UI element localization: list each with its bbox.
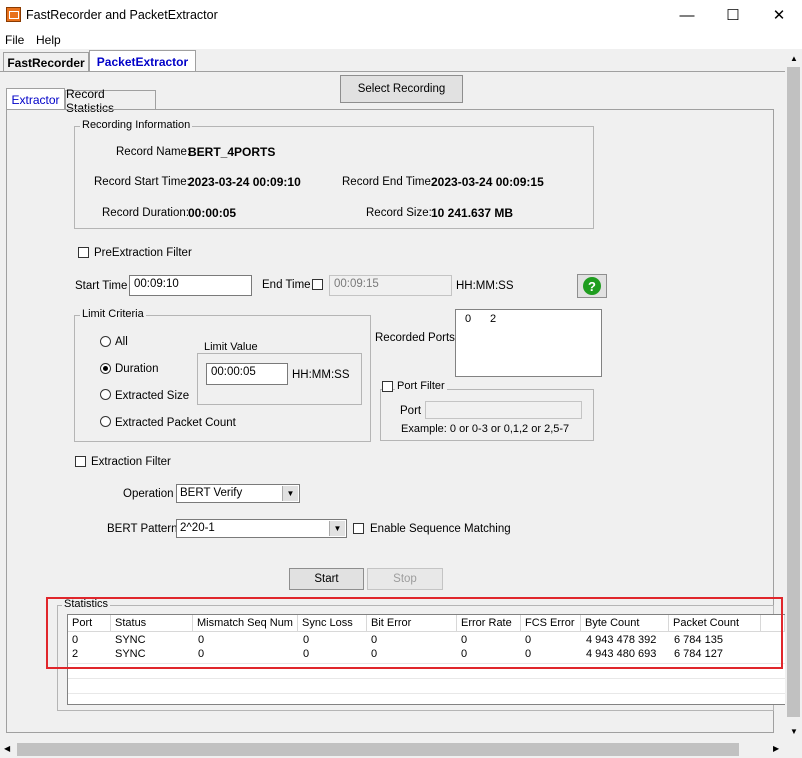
chevron-down-icon[interactable]: ▼: [329, 521, 345, 536]
window-title: FastRecorder and PacketExtractor: [26, 8, 218, 22]
highlight-annotation: [46, 597, 783, 669]
row-divider: [68, 693, 785, 694]
port-example: Example: 0 or 0-3 or 0,1,2 or 2,5-7: [401, 423, 570, 435]
horizontal-scroll-thumb[interactable]: [17, 743, 739, 756]
record-end-label: Record End Time:: [342, 176, 435, 188]
recorded-port-item[interactable]: 2: [490, 313, 496, 325]
enable-sequence-matching-label: Enable Sequence Matching: [370, 523, 511, 535]
limit-value-format: HH:MM:SS: [292, 369, 350, 381]
radio-duration[interactable]: [100, 363, 111, 374]
port-label: Port: [400, 405, 422, 417]
tab-record-statistics[interactable]: Record Statistics: [65, 87, 156, 115]
time-format-label: HH:MM:SS: [456, 280, 514, 292]
chevron-down-icon[interactable]: ▼: [282, 486, 298, 501]
close-button[interactable]: ✕: [756, 0, 802, 30]
title-bar: FastRecorder and PacketExtractor — ☐ ✕: [0, 0, 802, 30]
recorded-port-item[interactable]: 0: [465, 313, 471, 325]
record-size-value: 10 241.637 MB: [431, 206, 514, 220]
operation-value: BERT Verify: [180, 487, 243, 499]
bert-pattern-value: 2^20-1: [180, 522, 215, 534]
tab-fastrecorder[interactable]: FastRecorder: [3, 52, 89, 72]
record-size-label: Record Size:: [366, 207, 432, 219]
record-start-label: Record Start Time:: [94, 176, 190, 188]
row-divider: [68, 678, 785, 679]
start-button[interactable]: Start: [289, 568, 364, 590]
limit-criteria-title: Limit Criteria: [80, 308, 146, 320]
select-recording-button[interactable]: Select Recording: [340, 75, 463, 103]
start-time-label: Start Time: [75, 280, 128, 292]
pre-extraction-filter-label: PreExtraction Filter: [94, 247, 192, 259]
scroll-right-icon[interactable]: ▶: [773, 744, 779, 753]
radio-extracted-size-label: Extracted Size: [115, 390, 190, 402]
port-filter-label: Port Filter: [395, 380, 447, 392]
tab-extractor[interactable]: Extractor: [6, 88, 65, 110]
scroll-left-icon[interactable]: ◀: [4, 744, 10, 753]
record-start-value: 2023-03-24 00:09:10: [188, 175, 301, 189]
limit-value-title: Limit Value: [202, 341, 260, 353]
end-time-input[interactable]: 00:09:15: [329, 275, 452, 296]
record-end-value: 2023-03-24 00:09:15: [431, 175, 544, 189]
app-icon: [6, 7, 21, 22]
limit-value-input[interactable]: 00:00:05: [206, 363, 288, 385]
radio-extracted-packet-count-label: Extracted Packet Count: [115, 417, 236, 429]
pre-extraction-filter-checkbox[interactable]: [78, 247, 89, 258]
start-time-input[interactable]: 00:09:10: [129, 275, 252, 296]
menu-bar: File Help: [0, 30, 802, 49]
help-icon: ?: [583, 277, 601, 295]
maximize-button[interactable]: ☐: [710, 0, 756, 30]
radio-duration-label: Duration: [115, 363, 159, 375]
menu-file[interactable]: File: [5, 33, 24, 47]
end-time-checkbox[interactable]: [312, 279, 323, 290]
tab-divider: [0, 71, 785, 72]
bert-pattern-label: BERT Pattern: [107, 523, 178, 535]
extraction-filter-label: Extraction Filter: [91, 456, 171, 468]
recording-info-title: Recording Information: [80, 119, 193, 131]
record-duration-value: 00:00:05: [188, 206, 237, 220]
operation-label: Operation: [123, 488, 174, 500]
stop-button[interactable]: Stop: [367, 568, 443, 590]
tab-packetextractor[interactable]: PacketExtractor: [89, 50, 196, 72]
record-name-value: BERT_4PORTS: [188, 145, 276, 159]
radio-extracted-size[interactable]: [100, 389, 111, 400]
operation-select[interactable]: BERT Verify ▼: [176, 484, 300, 503]
recorded-ports-label: Recorded Ports:: [375, 332, 459, 344]
enable-sequence-matching-checkbox[interactable]: [353, 523, 364, 534]
minimize-button[interactable]: —: [664, 0, 710, 30]
help-button[interactable]: ?: [577, 274, 607, 298]
end-time-label: End Time: [262, 279, 311, 291]
radio-extracted-packet-count[interactable]: [100, 416, 111, 427]
horizontal-scrollbar[interactable]: ◀ ▶: [0, 741, 802, 758]
menu-help[interactable]: Help: [36, 33, 61, 47]
bert-pattern-select[interactable]: 2^20-1 ▼: [176, 519, 347, 538]
scroll-down-icon[interactable]: ▼: [790, 727, 798, 736]
port-input[interactable]: [425, 401, 582, 419]
record-name-label: Record Name:: [116, 146, 191, 158]
record-duration-label: Record Duration:: [102, 207, 189, 219]
radio-all-label: All: [115, 336, 128, 348]
vertical-scrollbar[interactable]: ▲ ▼: [785, 49, 802, 741]
extraction-filter-checkbox[interactable]: [75, 456, 86, 467]
radio-all[interactable]: [100, 336, 111, 347]
port-filter-checkbox[interactable]: [382, 381, 393, 392]
vertical-scroll-thumb[interactable]: [787, 67, 800, 717]
scroll-up-icon[interactable]: ▲: [790, 54, 798, 63]
recorded-ports-list[interactable]: 0 2: [455, 309, 602, 377]
